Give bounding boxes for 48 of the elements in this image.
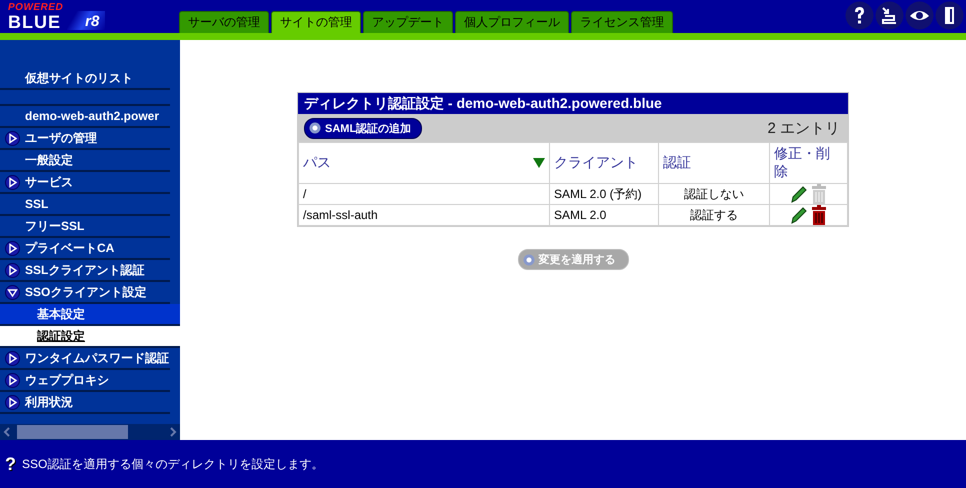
nav-item[interactable]: 仮想サイトのリスト	[0, 70, 133, 86]
nav-tab[interactable]: 個人プロフィール	[455, 11, 569, 33]
table-cell: 認証しない	[658, 184, 770, 204]
exit-door-icon[interactable]	[935, 1, 964, 30]
add-saml-button[interactable]: SAML認証の追加	[304, 118, 422, 138]
nav-group[interactable]: ウェブプロキシ	[25, 372, 109, 388]
table-cell: SAML 2.0 (予約)	[550, 184, 658, 204]
status-text: SSO認証を適用する個々のディレクトリを設定します。	[22, 456, 324, 472]
nav-tab[interactable]: サーバの管理	[179, 11, 269, 33]
nav-subitem[interactable]: 基本設定	[0, 304, 180, 326]
nav-group[interactable]: ユーザの管理	[25, 130, 97, 146]
nav-group[interactable]: SSLクライアント認証	[25, 262, 144, 278]
logo-version: r8	[67, 11, 106, 30]
column-header: 認証	[658, 142, 770, 184]
nav-item[interactable]: 一般設定	[0, 152, 73, 168]
nav-subitem[interactable]: 認証設定	[0, 326, 180, 348]
download-icon[interactable]	[875, 1, 904, 30]
nav-item[interactable]: demo-web-auth2.power	[0, 109, 160, 123]
nav-group[interactable]: サービス	[25, 174, 73, 190]
radio-dot-icon	[522, 254, 534, 266]
table-cell: /	[298, 184, 550, 204]
column-header: クライアント	[550, 142, 658, 184]
nav-tab[interactable]: アップデート	[363, 11, 453, 33]
logo-wordmark: BLUE	[8, 12, 62, 30]
pencil-icon[interactable]	[790, 206, 806, 224]
table-cell: /saml-ssl-auth	[298, 204, 550, 226]
radio-dot-icon	[309, 122, 321, 134]
nav-group[interactable]: 利用状況	[25, 394, 73, 410]
nav-group[interactable]: SSOクライアント設定	[25, 284, 146, 300]
help-icon[interactable]	[845, 1, 874, 30]
trash-icon[interactable]	[810, 205, 826, 225]
logo-tagline: POWERED	[8, 2, 64, 12]
pencil-icon[interactable]	[790, 185, 806, 203]
table-cell: 認証する	[658, 204, 770, 226]
nav-item[interactable]: フリーSSL	[0, 218, 84, 234]
column-header[interactable]: パス	[298, 142, 550, 184]
nav-tab[interactable]: ライセンス管理	[571, 11, 673, 33]
nav-tab[interactable]: サイトの管理	[271, 11, 361, 33]
panel-title: ディレクトリ認証設定 - demo-web-auth2.powered.blue	[298, 93, 848, 114]
nav-group[interactable]: プライベートCA	[25, 240, 114, 256]
nav-group[interactable]: ワンタイムパスワード認証	[25, 350, 169, 366]
sort-down-icon[interactable]	[533, 158, 545, 168]
table-cell: SAML 2.0	[550, 204, 658, 226]
nav-item[interactable]: SSL	[0, 197, 48, 211]
entry-count: 2 エントリ	[767, 118, 840, 138]
column-header: 修正・削除	[770, 142, 848, 184]
help-icon: ?	[5, 454, 16, 474]
eye-icon[interactable]	[905, 1, 934, 30]
